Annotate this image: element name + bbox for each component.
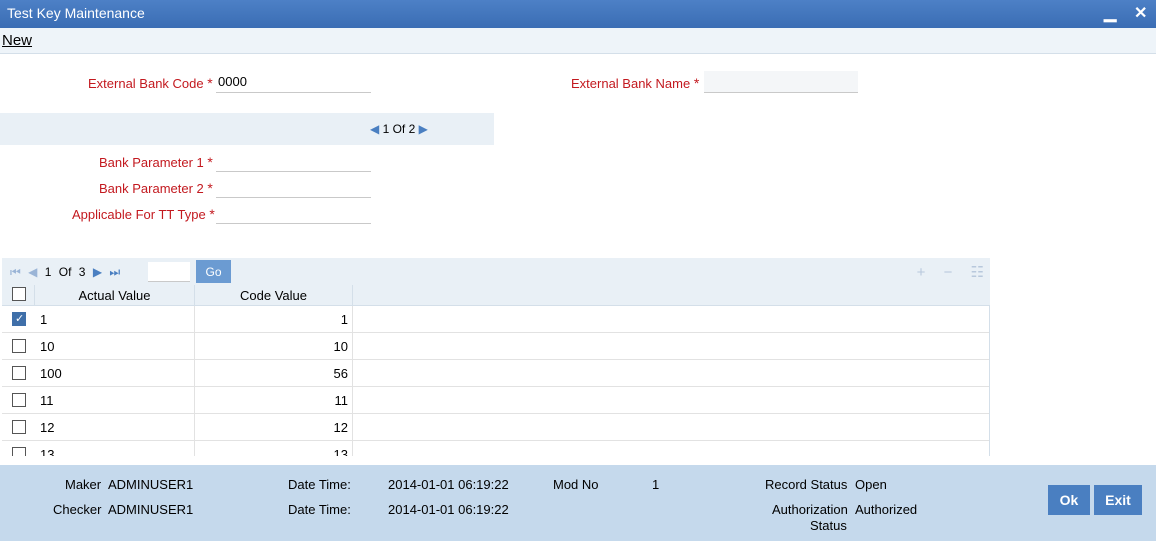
grid-header: Actual Value Code Value xyxy=(2,285,990,306)
record-status-value: Open xyxy=(855,477,887,492)
grid-total-pages: 3 xyxy=(78,265,86,279)
ok-button[interactable]: Ok xyxy=(1048,485,1090,515)
code-value-cell: 56 xyxy=(195,360,353,387)
go-button[interactable]: Go xyxy=(196,260,231,283)
add-row-icon[interactable]: + xyxy=(917,264,926,281)
authorization-status-label-line2: Status xyxy=(810,518,847,533)
mod-no-value: 1 xyxy=(652,477,660,492)
actual-value-cell: 1 xyxy=(35,306,195,333)
window-title: Test Key Maintenance xyxy=(7,5,145,21)
column-header-code-value[interactable]: Code Value xyxy=(195,285,353,306)
row-checkbox[interactable] xyxy=(12,447,26,456)
code-value-cell: 12 xyxy=(195,414,353,441)
close-icon[interactable]: ✕ xyxy=(1134,3,1147,23)
first-page-icon[interactable]: ⏮ xyxy=(10,265,21,279)
bank-parameter-2-label: Bank Parameter 2 * xyxy=(99,180,213,196)
code-value-cell: 10 xyxy=(195,333,353,360)
next-section-icon[interactable]: ▶ xyxy=(419,122,428,136)
row-checkbox[interactable] xyxy=(12,312,26,326)
next-page-icon[interactable]: ▶ xyxy=(93,265,102,279)
row-checkbox[interactable] xyxy=(12,393,26,407)
external-bank-name-label-text: External Bank Name xyxy=(571,76,691,91)
row-checkbox[interactable] xyxy=(12,339,26,353)
maker-datetime-value: 2014-01-01 06:19:22 xyxy=(388,477,509,492)
column-header-actual-value[interactable]: Actual Value xyxy=(35,285,195,306)
bank-parameter-1-field[interactable] xyxy=(216,150,371,172)
audit-footer: Maker ADMINUSER1 Checker ADMINUSER1 Date… xyxy=(0,465,1156,541)
grid-body: 1 1 10 10 100 56 11 11 12 12 13 13 xyxy=(2,306,990,456)
actual-value-cell: 11 xyxy=(35,387,195,414)
applicable-tt-type-label-text: Applicable For TT Type xyxy=(72,207,206,222)
required-marker: * xyxy=(207,180,213,196)
table-row[interactable]: 10 10 xyxy=(2,333,989,360)
section-pager-text: 1 Of 2 xyxy=(382,122,416,136)
actual-value-cell: 13 xyxy=(35,441,195,456)
exit-button[interactable]: Exit xyxy=(1094,485,1142,515)
row-checkbox[interactable] xyxy=(12,420,26,434)
record-status-label: Record Status xyxy=(765,477,848,492)
delete-row-icon[interactable]: − xyxy=(944,264,953,281)
section-pager: ◀ 1 Of 2 ▶ xyxy=(0,113,494,145)
code-value-cell: 1 xyxy=(195,306,353,333)
minimize-icon[interactable]: ▁ xyxy=(1104,3,1116,23)
external-bank-code-label-text: External Bank Code xyxy=(88,76,204,91)
table-row[interactable]: 13 13 xyxy=(2,441,989,456)
prev-page-icon[interactable]: ◀ xyxy=(28,265,37,279)
window-titlebar: Test Key Maintenance ▁ ✕ xyxy=(0,0,1156,28)
bank-parameter-1-label: Bank Parameter 1 * xyxy=(99,154,213,170)
row-checkbox[interactable] xyxy=(12,366,26,380)
grid-current-page: 1 xyxy=(44,265,52,279)
required-marker: * xyxy=(207,75,213,91)
select-all-cell xyxy=(2,285,35,306)
select-all-checkbox[interactable] xyxy=(12,287,26,301)
table-row[interactable]: 11 11 xyxy=(2,387,989,414)
bank-parameter-1-label-text: Bank Parameter 1 xyxy=(99,155,204,170)
required-marker: * xyxy=(209,206,215,222)
maker-datetime-label: Date Time: xyxy=(288,477,351,492)
grid-actions: + − ☷ xyxy=(903,263,984,281)
checker-datetime-value: 2014-01-01 06:19:22 xyxy=(388,502,509,517)
code-value-cell: 13 xyxy=(195,441,353,456)
external-bank-code-label: External Bank Code * xyxy=(88,75,213,91)
prev-section-icon[interactable]: ◀ xyxy=(370,122,379,136)
table-row[interactable]: 12 12 xyxy=(2,414,989,441)
menu-bar: New xyxy=(0,28,1156,54)
checker-label: Checker xyxy=(53,502,102,517)
last-page-icon[interactable]: ⏭ xyxy=(109,265,120,279)
bank-parameter-2-label-text: Bank Parameter 2 xyxy=(99,181,204,196)
code-value-cell: 11 xyxy=(195,387,353,414)
checker-datetime-label: Date Time: xyxy=(288,502,351,517)
actual-value-cell: 12 xyxy=(35,414,195,441)
table-row[interactable]: 1 1 xyxy=(2,306,989,333)
external-bank-code-field[interactable] xyxy=(216,71,371,93)
page-number-input[interactable] xyxy=(148,262,190,282)
required-marker: * xyxy=(693,75,700,91)
grid-toolbar: ⏮ ◀ 1 Of 3 ▶ ⏭ Go + − ☷ xyxy=(2,258,990,285)
maker-value: ADMINUSER1 xyxy=(108,477,194,492)
single-view-icon[interactable]: ☷ xyxy=(971,264,984,281)
applicable-tt-type-field[interactable] xyxy=(216,202,371,224)
authorization-status-label-line1: Authorization xyxy=(772,502,848,517)
authorization-status-value: Authorized xyxy=(855,502,918,517)
mod-no-label: Mod No xyxy=(553,477,599,492)
actual-value-cell: 100 xyxy=(35,360,195,387)
external-bank-name-field[interactable] xyxy=(704,71,858,93)
bank-parameter-2-field[interactable] xyxy=(216,176,371,198)
checker-value: ADMINUSER1 xyxy=(108,502,194,517)
grid-of-label: Of xyxy=(58,265,72,279)
actual-value-cell: 10 xyxy=(35,333,195,360)
table-row[interactable]: 100 56 xyxy=(2,360,989,387)
grid-pager: ⏮ ◀ 1 Of 3 ▶ ⏭ xyxy=(10,265,124,280)
required-marker: * xyxy=(207,154,213,170)
external-bank-name-label: External Bank Name * xyxy=(571,75,699,91)
applicable-tt-type-label: Applicable For TT Type * xyxy=(72,206,215,222)
new-link[interactable]: New xyxy=(2,32,32,49)
maker-label: Maker xyxy=(65,477,102,492)
